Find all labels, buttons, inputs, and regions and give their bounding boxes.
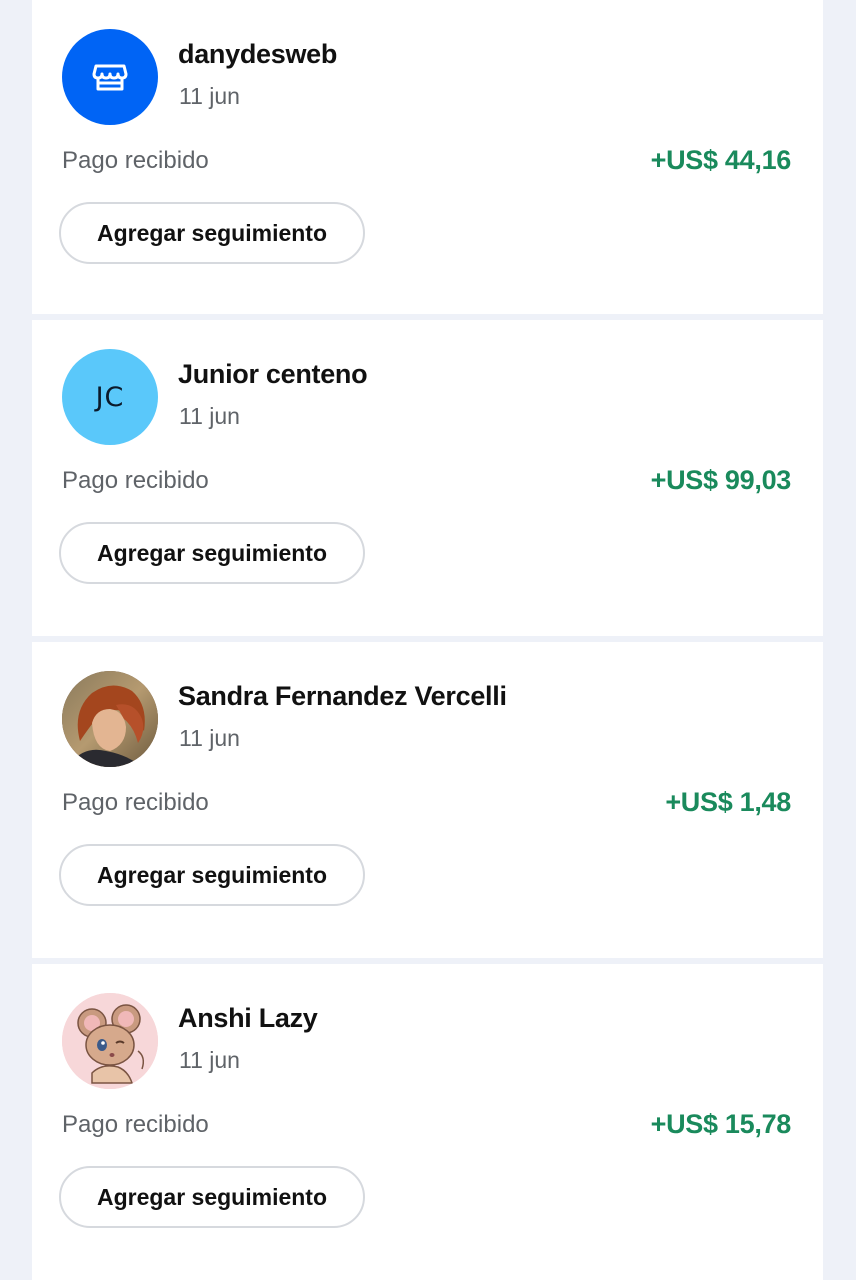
add-tracking-button[interactable]: Agregar seguimiento (59, 522, 365, 584)
avatar (62, 29, 158, 125)
transaction-status: Pago recibido (62, 1111, 209, 1138)
payer-name: Sandra Fernandez Vercelli (178, 681, 507, 711)
cartoon-mouse-icon (62, 993, 158, 1089)
transaction-date: 11 jun (179, 725, 240, 751)
transaction-status: Pago recibido (62, 147, 209, 174)
transaction-card[interactable]: Anshi Lazy 11 jun Pago recibido +US$ 15,… (32, 964, 823, 1280)
profile-photo-icon (62, 671, 158, 767)
avatar (62, 671, 158, 767)
transaction-amount: +US$ 44,16 (650, 145, 792, 175)
transaction-card[interactable]: Sandra Fernandez Vercelli 11 jun Pago re… (32, 642, 823, 958)
add-tracking-button[interactable]: Agregar seguimiento (59, 202, 365, 264)
transaction-date: 11 jun (179, 403, 240, 429)
transaction-date: 11 jun (179, 83, 240, 109)
transaction-status: Pago recibido (62, 467, 209, 494)
transaction-card[interactable]: JC Junior centeno 11 jun Pago recibido +… (32, 320, 823, 636)
payer-name: Anshi Lazy (178, 1003, 318, 1033)
avatar: JC (62, 349, 158, 445)
transaction-amount: +US$ 1,48 (665, 787, 791, 817)
payer-name: danydesweb (178, 39, 338, 69)
payer-name: Junior centeno (178, 359, 368, 389)
transaction-list: danydesweb 11 jun Pago recibido +US$ 44,… (0, 0, 856, 1280)
add-tracking-button[interactable]: Agregar seguimiento (59, 844, 365, 906)
transaction-date: 11 jun (179, 1047, 240, 1073)
avatar (62, 993, 158, 1089)
transaction-amount: +US$ 99,03 (650, 465, 792, 495)
avatar-initials: JC (95, 381, 125, 413)
transaction-amount: +US$ 15,78 (650, 1109, 792, 1139)
store-icon (90, 57, 130, 97)
transaction-card[interactable]: danydesweb 11 jun Pago recibido +US$ 44,… (32, 0, 823, 314)
add-tracking-button[interactable]: Agregar seguimiento (59, 1166, 365, 1228)
transaction-status: Pago recibido (62, 789, 209, 816)
